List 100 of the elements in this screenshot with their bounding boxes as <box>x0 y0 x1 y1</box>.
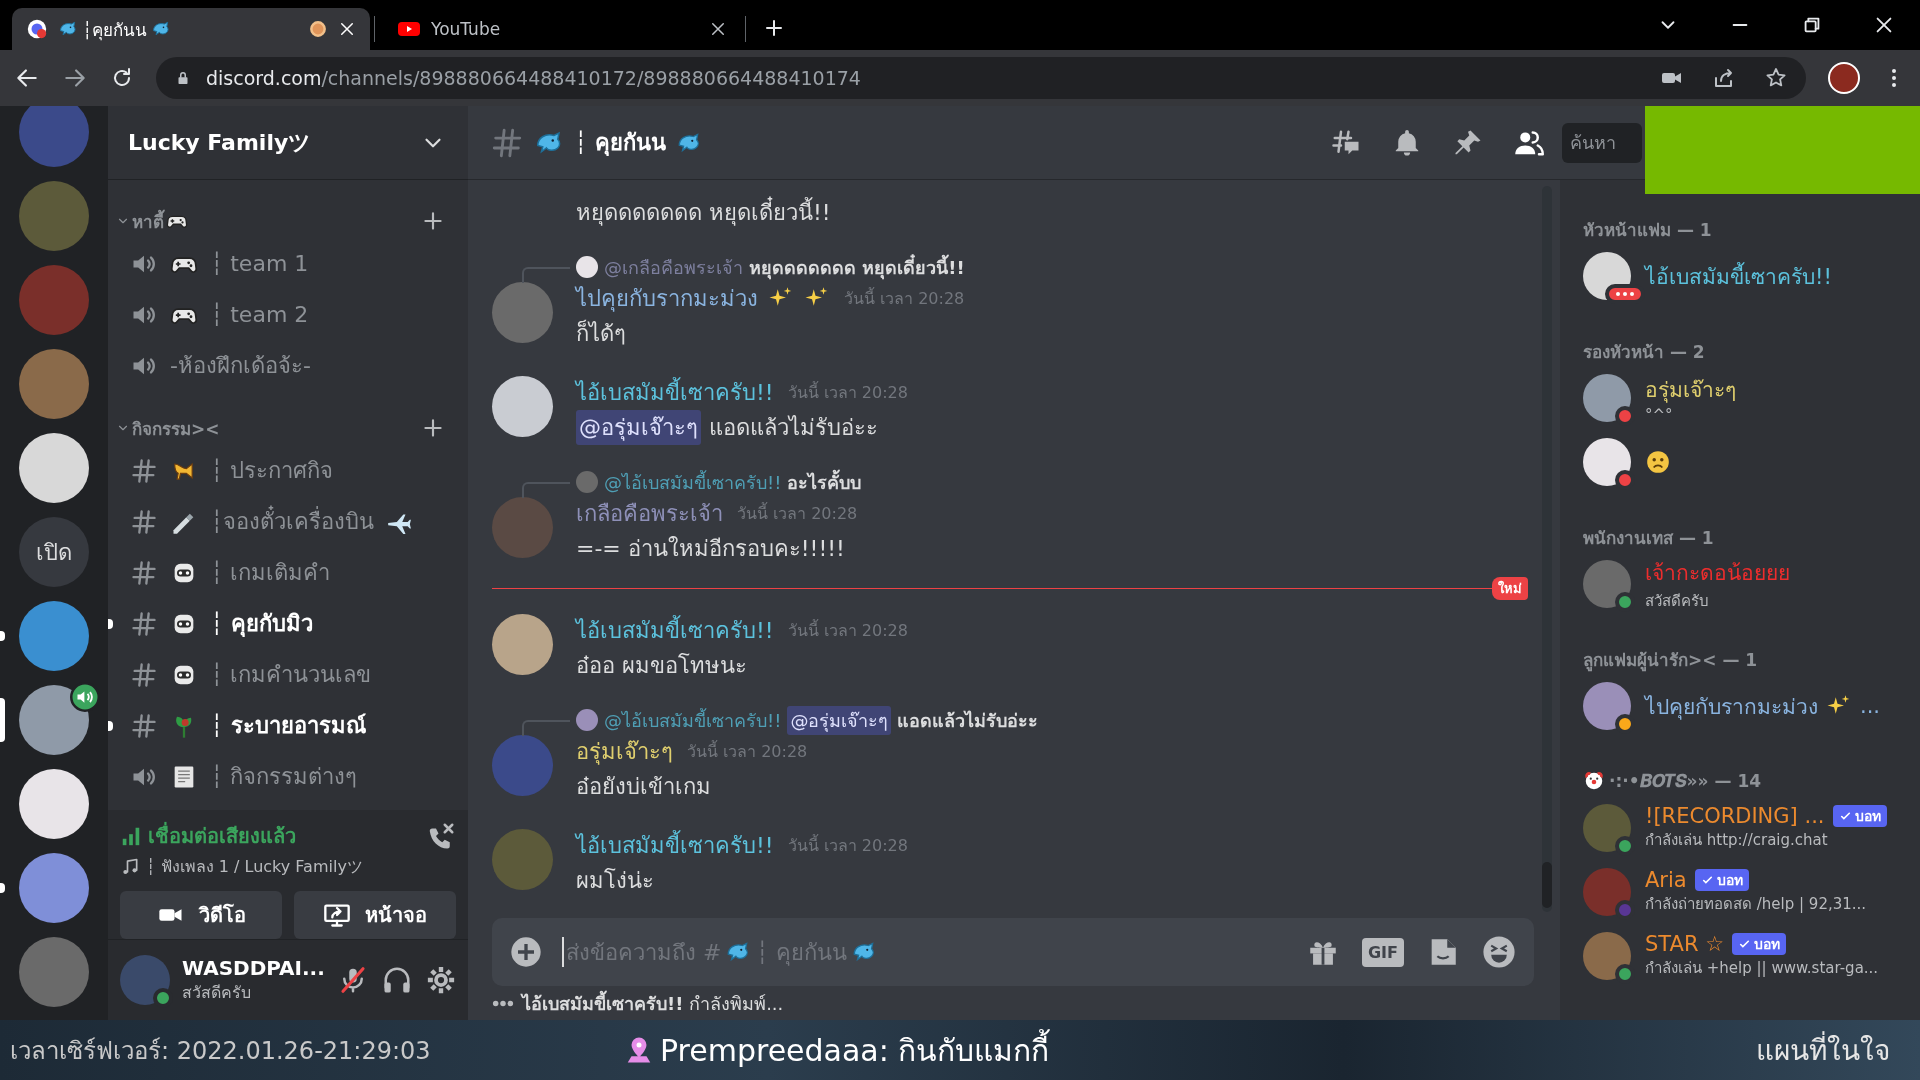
user-avatar[interactable] <box>492 614 553 675</box>
channel-item[interactable]: ┆ team 1 <box>108 238 460 289</box>
bot-tag-label: บอท <box>1716 871 1743 890</box>
channel-item[interactable]: ┆ team 2 <box>108 289 460 340</box>
address-bar[interactable]: discord.com/channels/898880664488410172/898880664488410174 <box>156 57 1806 99</box>
user-avatar[interactable] <box>1583 438 1631 486</box>
truncation-ellipsis: ... <box>1860 694 1881 718</box>
reply-preview-text: หยุดดดดดดด หยุดเดี๋ยวนี้!! <box>749 253 965 282</box>
message-timestamp: วันนี้ เวลา 20:28 <box>787 833 908 857</box>
video-button[interactable]: วิดีโอ <box>120 891 282 939</box>
message-author[interactable]: ไปคุยกับรากมะม่วง <box>576 280 758 316</box>
bot-tag-label: บอท <box>1754 935 1780 954</box>
category-name[interactable]: หาตี้ <box>132 207 164 235</box>
user-avatar[interactable] <box>1583 682 1631 730</box>
emoji-icon[interactable] <box>1482 935 1516 969</box>
message-author[interactable]: ไอ้เบสมัมขี้เซาครับ!! <box>576 827 774 863</box>
custom-status: สวัสดีครับ <box>182 981 252 1004</box>
settings-icon[interactable] <box>426 965 456 995</box>
voice-status: เชื่อมต่อเสียงแล้ว <box>148 821 297 850</box>
music-note-icon <box>120 856 140 877</box>
add-attachment-icon[interactable] <box>510 936 542 968</box>
message-timestamp: วันนี้ เวลา 20:28 <box>687 739 808 763</box>
message-text: อ๋ออ ผมขอโทษนะ <box>576 652 747 680</box>
member-group-title: ลูกแฟมผู้น่ารัก>< — 1 <box>1583 648 1758 673</box>
map-label: แผนที่ในใจ <box>1756 1028 1890 1072</box>
muted-microphone-icon[interactable] <box>338 965 368 995</box>
gif-button[interactable]: GIF <box>1362 937 1404 967</box>
message-text: อ๋อยังบ่เข้าเกม <box>576 773 711 801</box>
user-avatar[interactable] <box>1583 932 1631 980</box>
hash-icon <box>130 711 158 740</box>
location-text: Prempreedaaa: กินกับแมกกี้ <box>660 1026 1050 1074</box>
user-avatar[interactable] <box>492 376 553 437</box>
headphones-icon[interactable] <box>382 965 412 995</box>
message-author[interactable]: ไอ้เบสมัมขี้เซาครับ!! <box>576 612 774 648</box>
member-group-title: พนักงานเทส — 1 <box>1583 526 1714 550</box>
message-timestamp: วันนี้ เวลา 20:28 <box>787 380 908 404</box>
channel-item[interactable]: ┆ ระบายอารมณ์ <box>108 700 460 751</box>
user-avatar[interactable] <box>1583 560 1631 608</box>
member-group-title: ·:·•𝑩𝑶𝑻𝑺»» — 14 <box>1609 771 1762 791</box>
reply-preview-text: แอดแล้วไม่รับอ่ะะ <box>897 708 1039 733</box>
reply-author[interactable]: @ไอ้เบสมัมขี้เซาครับ!! <box>604 467 782 497</box>
category-name[interactable]: กิจกรรม>< <box>132 414 220 442</box>
server-time-text: เวลาเซิร์ฟเวอร์: 2022.01.26-21:29:03 <box>10 1035 432 1067</box>
member-group-title: รองหัวหน้า — 2 <box>1583 340 1705 364</box>
user-avatar[interactable] <box>120 955 170 1005</box>
reply-author[interactable]: @ไอ้เบสมัมขี้เซาครับ!! <box>604 705 782 735</box>
clown-face-icon <box>1583 770 1605 792</box>
channel-item[interactable]: ┆ กิจกรรมต่างๆ <box>108 751 460 802</box>
new-messages-badge: ใหม่ <box>1492 577 1528 600</box>
message-author[interactable]: ไอ้เบสมัมขี้เซาครับ!! <box>576 374 774 410</box>
member-group-title: หัวหน้าแฟม — 1 <box>1583 218 1712 242</box>
username: WASDDPAI... <box>182 955 326 980</box>
member-name[interactable]: ไอ้เบสมัมขี้เซาครับ!! <box>1645 259 1832 293</box>
user-avatar[interactable] <box>576 256 598 278</box>
signal-icon <box>120 825 142 847</box>
mention-link[interactable]: @อรุ่มเจ๊าะๆ <box>576 410 701 445</box>
channel-item[interactable]: ┆จองตั๋วเครื่องบิน <box>108 496 460 547</box>
channel-item[interactable]: ┆ เกมเติมคำ <box>108 547 460 598</box>
message-timestamp: วันนี้ เวลา 20:28 <box>844 286 965 310</box>
message-timestamp: วันนี้ เวลา 20:28 <box>787 618 908 642</box>
hash-icon <box>130 507 158 536</box>
member-name[interactable]: ไปคุยกับรากมะม่วง <box>1645 689 1818 723</box>
message-text: ผมโง่น่ะ <box>576 867 654 895</box>
channel-item[interactable]: -ห้องฝึกเด้อจ้ะ- <box>108 340 460 391</box>
server-button[interactable]: เปิด <box>19 517 89 587</box>
unread-indicator <box>108 720 113 731</box>
reply-preview-text: อะไรคั้บบ <box>787 468 862 495</box>
member-name[interactable]: อรุ่มเจ๊าะๆ <box>1645 372 1736 406</box>
screen-share-button[interactable]: หน้าจอ <box>294 891 456 939</box>
message-author[interactable]: เกลือคือพระเจ้า <box>576 495 723 531</box>
member-activity: กำลังเล่น +help || www.star-ga... <box>1645 958 1879 979</box>
user-avatar[interactable] <box>1583 374 1631 422</box>
channel-title: ┆ คุยกันน <box>574 129 666 158</box>
browser-tab[interactable]: ┆คุยกันน <box>12 8 370 50</box>
unread-indicator <box>108 618 113 629</box>
browser-tab[interactable]: YouTube <box>383 8 741 50</box>
frowning-face-icon <box>1645 449 1671 475</box>
member-name[interactable]: ![RECORDING] ... <box>1645 804 1825 828</box>
user-avatar[interactable] <box>1583 804 1631 852</box>
voice-channel-name[interactable]: ┆ ฟังเพลง 1 / Lucky Familyツ <box>146 854 363 879</box>
server-name[interactable]: Lucky Familyツ <box>128 127 420 158</box>
bot-tag-label: บอท <box>1854 807 1881 826</box>
channel-item[interactable]: ┆ ประกาศกิจ <box>108 445 460 496</box>
member-name[interactable]: Aria <box>1645 868 1687 892</box>
message-author[interactable]: อรุ่มเจ๊าะๆ <box>576 733 673 769</box>
member-name[interactable]: STAR ☆ <box>1645 932 1724 956</box>
search-field[interactable]: ค้นหา <box>1562 122 1642 163</box>
profile-avatar[interactable] <box>1828 62 1860 94</box>
member-activity: °^° <box>1645 405 1674 424</box>
channel-item[interactable]: ┆ เกมคำนวนเลข <box>108 649 460 700</box>
scrollbar-thumb[interactable] <box>1542 862 1552 908</box>
mention-link[interactable]: @อรุ่มเจ๊าะๆ <box>787 705 892 735</box>
channel-item[interactable]: ┆ คุยกับมิว <box>108 598 460 649</box>
hash-icon <box>130 609 158 638</box>
close-tab-icon[interactable] <box>709 20 727 38</box>
reply-author[interactable]: @เกลือคือพระเจ้า <box>604 252 743 282</box>
message-text: แอดแล้วไม่รับอ่ะะ <box>709 414 878 442</box>
hash-icon <box>130 456 158 485</box>
close-tab-icon[interactable] <box>338 20 356 38</box>
member-name[interactable]: เจ้ากะดอน้อยยย <box>1645 555 1790 589</box>
